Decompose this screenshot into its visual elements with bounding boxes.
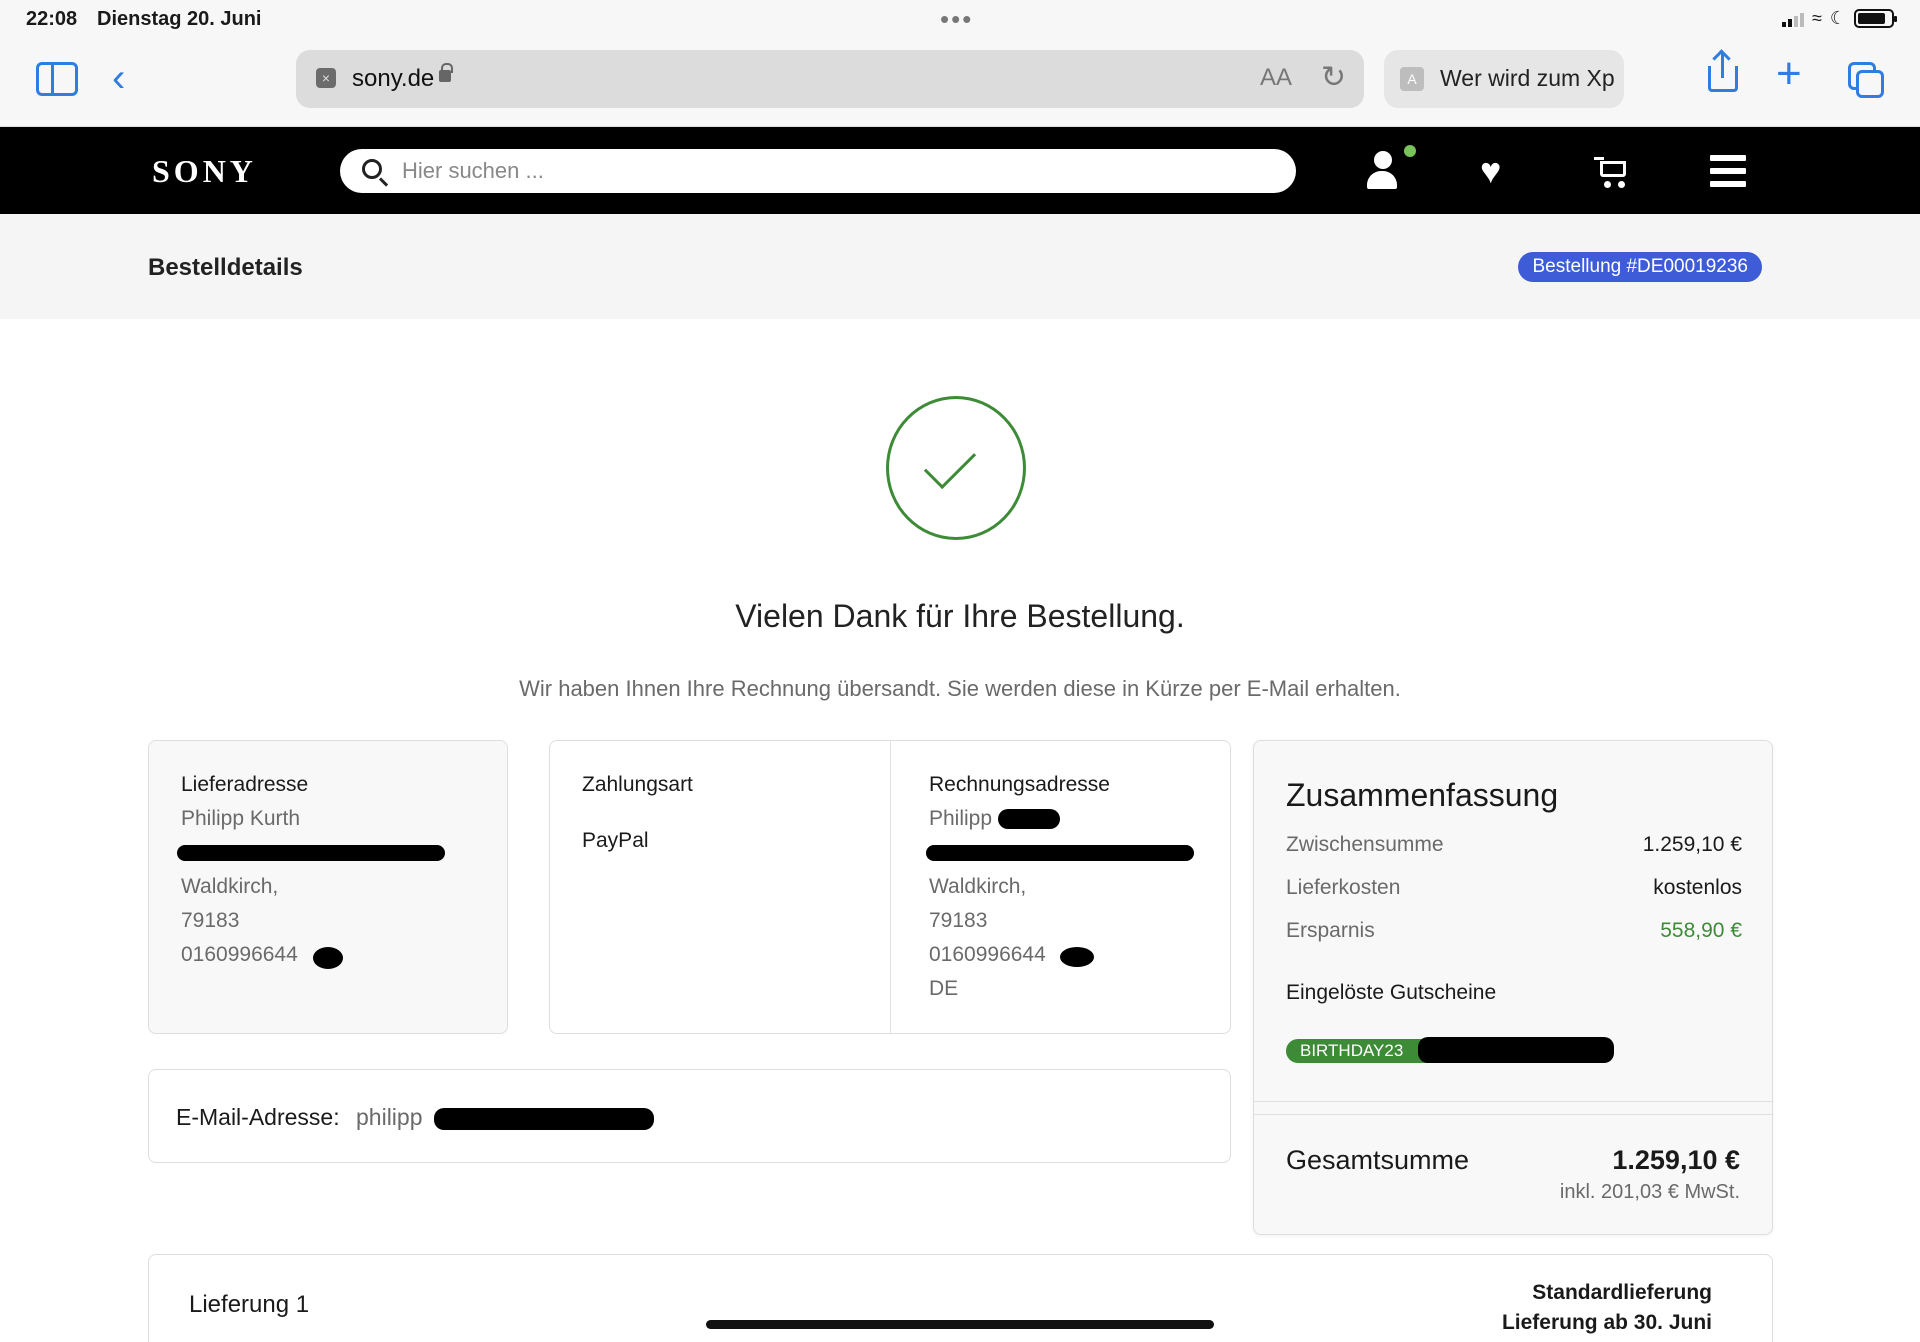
redacted-email — [434, 1108, 654, 1130]
delivery-date: Lieferung ab 30. Juni — [1501, 1311, 1712, 1334]
browser-tab[interactable]: A Wer wird zum Xp — [1384, 50, 1624, 108]
signal-icon — [1781, 11, 1804, 27]
cart-icon[interactable] — [1594, 155, 1630, 189]
status-bar: 22:08 Dienstag 20. Juni ••• ≈ ☾ — [0, 0, 1920, 40]
wifi-icon: ≈ — [1811, 8, 1822, 28]
shipping-name: Philipp Kurth — [181, 807, 301, 830]
logged-in-indicator — [1404, 145, 1416, 157]
account-icon[interactable] — [1364, 145, 1416, 191]
redacted-coupon-detail — [1418, 1037, 1614, 1063]
tab-title: Wer wird zum Xp — [1440, 65, 1615, 91]
billing-country: DE — [929, 977, 959, 1000]
sony-logo[interactable]: SONY — [152, 153, 257, 190]
email-value: philipp — [356, 1104, 423, 1130]
delivery-title: Lieferung 1 — [189, 1291, 310, 1318]
shipping-phone: 0160996644 — [181, 943, 298, 966]
reload-icon[interactable]: ↻ — [1321, 60, 1346, 95]
menu-icon[interactable] — [1710, 155, 1746, 187]
payment-method-label: Zahlungsart — [582, 773, 693, 796]
payment-billing-card: Zahlungsart PayPal Rechnungsadresse Phil… — [549, 740, 1231, 1034]
redacted-billing-phone-digit — [1060, 947, 1094, 967]
lock-icon — [439, 63, 453, 82]
home-indicator[interactable] — [706, 1320, 1214, 1329]
shipping-address-label: Lieferadresse — [181, 773, 309, 796]
payment-method: PayPal — [582, 829, 649, 852]
status-date: Dienstag 20. Juni — [97, 8, 262, 30]
savings-value: 558,90 € — [1660, 919, 1742, 942]
coupons-title: Eingelöste Gutscheine — [1286, 981, 1497, 1004]
order-number-badge: Bestellung #DE00019236 — [1518, 252, 1762, 282]
back-icon[interactable]: ‹ — [112, 58, 125, 98]
share-icon[interactable] — [1708, 52, 1738, 94]
invoice-notice: Wir haben Ihnen Ihre Rechnung übersandt.… — [519, 676, 1401, 701]
email-label: E-Mail-Adresse: — [176, 1104, 340, 1130]
thank-you-heading: Vielen Dank für Ihre Bestellung. — [735, 598, 1185, 634]
total-tax: inkl. 201,03 € MwSt. — [1559, 1181, 1740, 1203]
address-bar[interactable]: × sony.de AA ↻ — [296, 50, 1364, 108]
shipping-address-card: Lieferadresse Philipp Kurth Waldkirch, 7… — [148, 740, 508, 1034]
email-card: E-Mail-Adresse: philipp — [148, 1069, 1231, 1163]
url-text: sony.de — [352, 65, 435, 92]
redacted-billing-surname — [998, 809, 1060, 829]
redacted-phone-digit — [313, 947, 343, 969]
new-tab-icon[interactable]: + — [1776, 52, 1802, 96]
status-time: 22:08 — [26, 8, 78, 30]
delivery-type: Standardlieferung — [1532, 1281, 1712, 1304]
order-details-bar: Bestelldetails Bestellung #DE00019236 — [0, 214, 1920, 319]
status-icons: ≈ ☾ — [1781, 8, 1897, 29]
shipping-zip: 79183 — [181, 909, 240, 932]
total-value: 1.259,10 € — [1612, 1145, 1740, 1175]
subtotal-value: 1.259,10 € — [1642, 833, 1742, 856]
billing-city: Waldkirch, — [929, 875, 1027, 898]
search-input[interactable] — [402, 149, 1272, 193]
moon-icon: ☾ — [1829, 8, 1846, 28]
site-close-icon[interactable]: × — [316, 68, 336, 88]
shipping-city: Waldkirch, — [181, 875, 279, 898]
card-divider — [890, 741, 891, 1033]
site-header: SONY ♥ — [0, 127, 1920, 214]
wishlist-heart-icon[interactable]: ♥ — [1480, 153, 1501, 189]
billing-phone: 0160996644 — [929, 943, 1046, 966]
savings-label: Ersparnis — [1286, 919, 1375, 942]
tabs-overview-icon[interactable] — [1848, 62, 1884, 98]
billing-name: Philipp — [929, 807, 993, 830]
tab-favicon-icon: A — [1400, 67, 1424, 91]
shipping-cost-label: Lieferkosten — [1286, 876, 1401, 899]
coupon-code: BIRTHDAY23 — [1300, 1041, 1404, 1060]
redacted-billing-street — [926, 845, 1194, 861]
battery-icon — [1854, 9, 1897, 28]
billing-zip: 79183 — [929, 909, 988, 932]
text-size-button[interactable]: AA — [1260, 64, 1292, 92]
subtotal-label: Zwischensumme — [1286, 833, 1444, 856]
order-summary-card: Zusammenfassung Zwischensumme 1.259,10 €… — [1253, 740, 1773, 1235]
page-title: Bestelldetails — [148, 254, 303, 281]
billing-address-label: Rechnungsadresse — [929, 773, 1110, 796]
search-icon[interactable] — [362, 159, 382, 179]
browser-toolbar: ‹ × sony.de AA ↻ A Wer wird zum Xp + — [0, 40, 1920, 127]
success-check-icon — [886, 396, 1026, 540]
total-label: Gesamtsumme — [1286, 1145, 1470, 1175]
sidebar-icon[interactable] — [36, 62, 78, 96]
shipping-cost-value: kostenlos — [1653, 876, 1742, 899]
summary-title: Zusammenfassung — [1286, 777, 1559, 813]
search-box[interactable] — [340, 149, 1296, 193]
multitasking-dots-icon[interactable]: ••• — [940, 4, 973, 35]
redacted-street — [177, 845, 445, 861]
summary-divider — [1254, 1101, 1772, 1115]
